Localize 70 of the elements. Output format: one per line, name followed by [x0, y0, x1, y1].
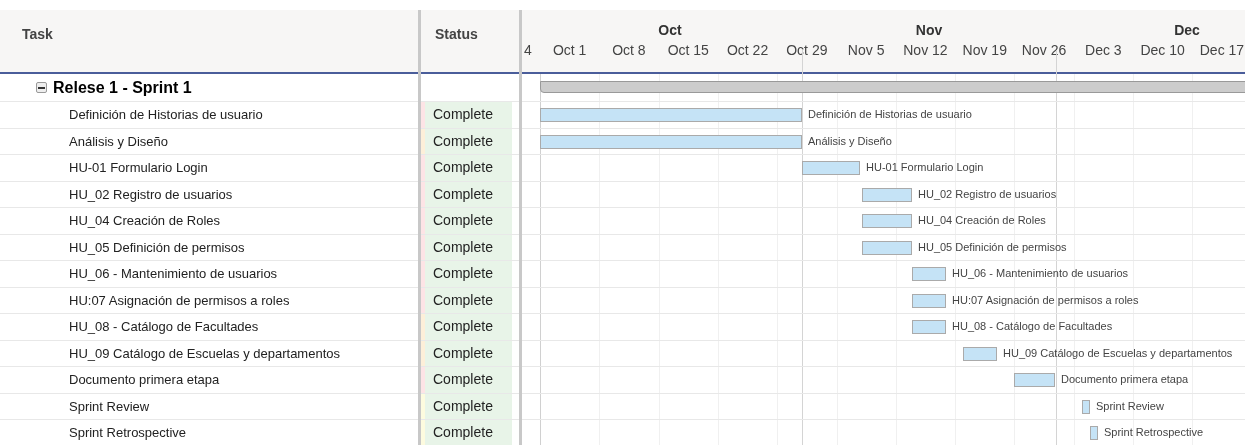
week-label: Dec 10	[1140, 41, 1185, 60]
group-title: Relese 1 - Sprint 1	[53, 77, 192, 98]
week-label: Dec 17	[1199, 41, 1245, 60]
task-name: HU-01 Formulario Login	[69, 159, 208, 177]
bar-label: HU:07 Asignación de permisos a roles	[952, 292, 1139, 308]
bar-label: HU_09 Catálogo de Escuelas y departamentos	[1003, 345, 1233, 361]
status-cell: Complete	[425, 367, 512, 393]
status-cell: Complete	[425, 181, 512, 207]
bar-label: HU-01 Formulario Login	[866, 160, 984, 175]
week-label: Nov 19	[962, 41, 1007, 60]
status-cell: Complete	[425, 393, 512, 419]
column-header: Task	[22, 26, 53, 42]
task-name: HU_04 Creación de Roles	[69, 212, 221, 230]
task-name: HU_09 Catálogo de Escuelas y departamentos	[69, 344, 340, 363]
task-bar	[912, 267, 946, 281]
task-name: HU_06 - Mantenimiento de usuarios	[69, 265, 278, 283]
task-bar	[1082, 399, 1090, 414]
task-name: HU_08 - Catálogo de Facultades	[69, 318, 259, 336]
week-label: Nov 12	[903, 41, 948, 60]
column-header: Status	[435, 26, 478, 42]
task-name: HU_02 Registro de usuarios	[69, 185, 233, 204]
bar-label: HU_08 - Catálogo de Facultades	[952, 319, 1113, 334]
month-label: Dec	[1174, 21, 1200, 40]
status-cell: Complete	[425, 234, 512, 260]
task-bar	[862, 240, 912, 255]
collapse-icon[interactable]	[36, 82, 47, 93]
task-name: Sprint Retrospective	[69, 424, 187, 442]
week-label: Oct 29	[786, 41, 828, 60]
bar-label: HU_02 Registro de usuarios	[918, 186, 1057, 202]
task-name: Documento primera etapa	[69, 371, 220, 389]
bar-label: HU_04 Creación de Roles	[918, 213, 1046, 228]
month-label: Oct	[658, 21, 682, 40]
bar-label: Análisis y Diseño	[808, 133, 892, 149]
bar-label: HU_06 - Mantenimiento de usuarios	[952, 266, 1129, 281]
status-cell: Complete	[425, 287, 512, 313]
month-label: Nov	[915, 21, 943, 40]
week-label: Nov 5	[847, 41, 885, 60]
task-name: Sprint Review	[69, 397, 150, 416]
task-bar	[862, 187, 912, 202]
week-label: Oct 1	[552, 41, 587, 60]
week-label: Dec 3	[1085, 41, 1122, 60]
status-cell: Complete	[425, 155, 512, 181]
task-bar	[912, 293, 946, 308]
task-bar	[802, 161, 860, 175]
week-label: Oct 22	[726, 41, 769, 60]
task-name: Definición de Historias de usuario	[69, 106, 263, 124]
bar-label: Documento primera etapa	[1061, 372, 1189, 387]
week-label: Oct 15	[667, 41, 709, 60]
bar-label: Definición de Historias de usuario	[808, 107, 972, 122]
status-cell: Complete	[425, 340, 512, 366]
week-label: 4	[524, 41, 532, 60]
task-bar	[912, 320, 946, 334]
task-name: Análisis y Diseño	[69, 132, 168, 151]
status-cell: Complete	[425, 208, 512, 234]
task-bar	[963, 346, 997, 361]
task-name: HU_05 Definición de permisos	[69, 238, 245, 257]
task-name: HU:07 Asignación de permisos a roles	[69, 291, 290, 310]
week-label: Oct 8	[612, 41, 646, 60]
bar-label: HU_05 Definición de permisos	[918, 239, 1067, 255]
status-cell: Complete	[425, 420, 512, 445]
task-bar	[1014, 373, 1055, 387]
bar-label: Sprint Retrospective	[1104, 425, 1204, 440]
bar-label: Sprint Review	[1096, 398, 1164, 414]
week-label: Nov 26	[1021, 41, 1067, 60]
task-bar	[1090, 426, 1098, 440]
status-cell: Complete	[425, 261, 512, 287]
status-cell: Complete	[425, 128, 512, 154]
task-bar	[862, 214, 912, 228]
status-cell: Complete	[425, 102, 512, 128]
status-cell: Complete	[425, 314, 512, 340]
